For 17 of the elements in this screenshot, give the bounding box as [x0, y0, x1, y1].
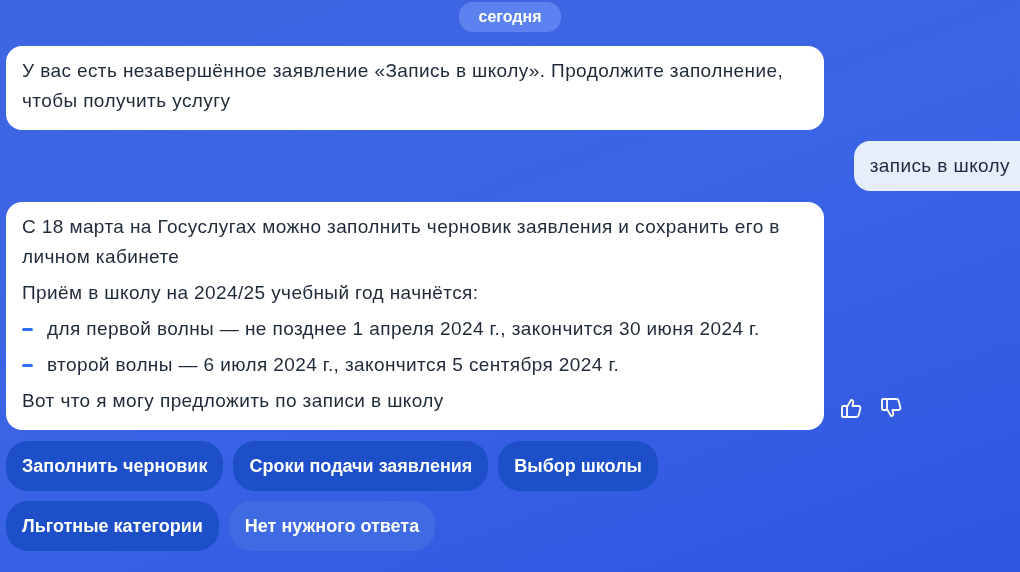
- message-text: для первой волны — не позднее 1 апреля 2024 г., закончится 30 июня 2024 г.: [47, 317, 760, 341]
- quick-reply-button[interactable]: Нет нужного ответа: [228, 501, 436, 551]
- bullet-icon: [22, 363, 33, 367]
- message-text: У вас есть незавершённое заявление «Запись в школу». Продолжите заполнение, чтобы получить услугу: [22, 59, 785, 113]
- message-text: Приём в школу на 2024/25 учебный год начнётся:: [22, 281, 480, 305]
- message-text: второй волны — 6 июля 2024 г., закончится 5 сентября 2024 г.: [47, 353, 620, 377]
- message-text: С 18 марта на Госуслугах можно заполнить черновик заявления и сохранить его в личном кабинете: [22, 215, 781, 269]
- bullet-icon: [22, 327, 33, 331]
- quick-reply-button[interactable]: Заполнить черновик: [6, 441, 224, 491]
- message-text: Вот что я могу предложить по записи в школу: [22, 389, 445, 413]
- thumbs-up-icon[interactable]: [840, 396, 864, 420]
- thumbs-down-icon[interactable]: [880, 396, 904, 420]
- date-label: сегодня: [458, 2, 562, 32]
- quick-reply-button[interactable]: Выбор школы: [498, 441, 658, 491]
- quick-reply-button[interactable]: Льготные категории: [6, 501, 219, 551]
- message-text: запись в школу: [869, 154, 1010, 178]
- quick-reply-button[interactable]: Сроки подачи заявления: [233, 441, 489, 491]
